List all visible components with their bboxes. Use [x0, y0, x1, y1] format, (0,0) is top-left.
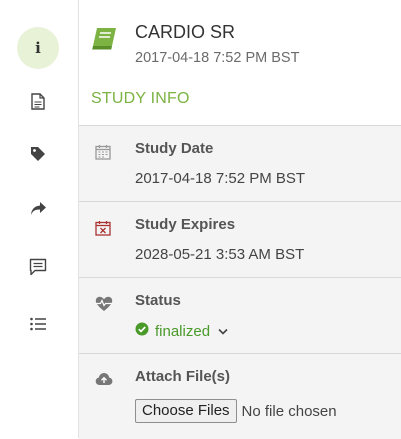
share-arrow-icon [30, 201, 47, 216]
study-expires-row: Study Expires 2028-05-21 3:53 AM BST [79, 201, 401, 277]
study-expires-value: 2028-05-21 3:53 AM BST [135, 246, 305, 263]
document-icon [31, 92, 45, 110]
study-date-value: 2017-04-18 7:52 PM BST [135, 170, 306, 187]
study-info-panel: CARDIO SR 2017-04-18 7:52 PM BST STUDY I… [79, 0, 401, 439]
status-dropdown[interactable]: finalized [135, 322, 228, 340]
tags-tab[interactable] [17, 133, 59, 175]
study-header: CARDIO SR 2017-04-18 7:52 PM BST STUDY I… [79, 0, 401, 125]
cloud-upload-icon [95, 372, 113, 390]
section-title: STUDY INFO [91, 90, 190, 107]
book-icon [91, 27, 117, 56]
no-file-text: No file chosen [241, 402, 337, 420]
study-datetime: 2017-04-18 7:52 PM BST [135, 50, 300, 66]
study-date-row: Study Date 2017-04-18 7:52 PM BST [79, 125, 401, 201]
status-label: Status [135, 292, 181, 309]
info-tab[interactable]: i [17, 27, 59, 69]
chevron-down-icon [218, 324, 228, 338]
heartbeat-icon [95, 296, 113, 314]
study-expires-label: Study Expires [135, 216, 236, 233]
choose-files-button[interactable]: Choose Files [135, 399, 237, 423]
sidebar-rail: i [0, 0, 79, 438]
tag-icon [30, 146, 46, 162]
calendar-x-icon [95, 220, 113, 238]
check-circle-icon [135, 322, 149, 340]
list-icon [30, 317, 46, 331]
study-title: CARDIO SR [135, 22, 236, 42]
list-tab[interactable] [17, 303, 59, 345]
comments-tab[interactable] [17, 246, 59, 288]
status-row: Status finalized [79, 277, 401, 353]
info-icon: i [35, 39, 41, 57]
documents-tab[interactable] [17, 80, 59, 122]
file-input: Choose Files No file chosen [135, 399, 337, 423]
attach-label: Attach File(s) [135, 368, 231, 385]
comment-icon [29, 258, 47, 276]
calendar-icon [95, 144, 113, 162]
status-value: finalized [155, 322, 211, 340]
study-date-label: Study Date [135, 140, 214, 157]
attach-row: Attach File(s) Choose Files No file chos… [79, 353, 401, 439]
share-tab[interactable] [17, 187, 59, 229]
